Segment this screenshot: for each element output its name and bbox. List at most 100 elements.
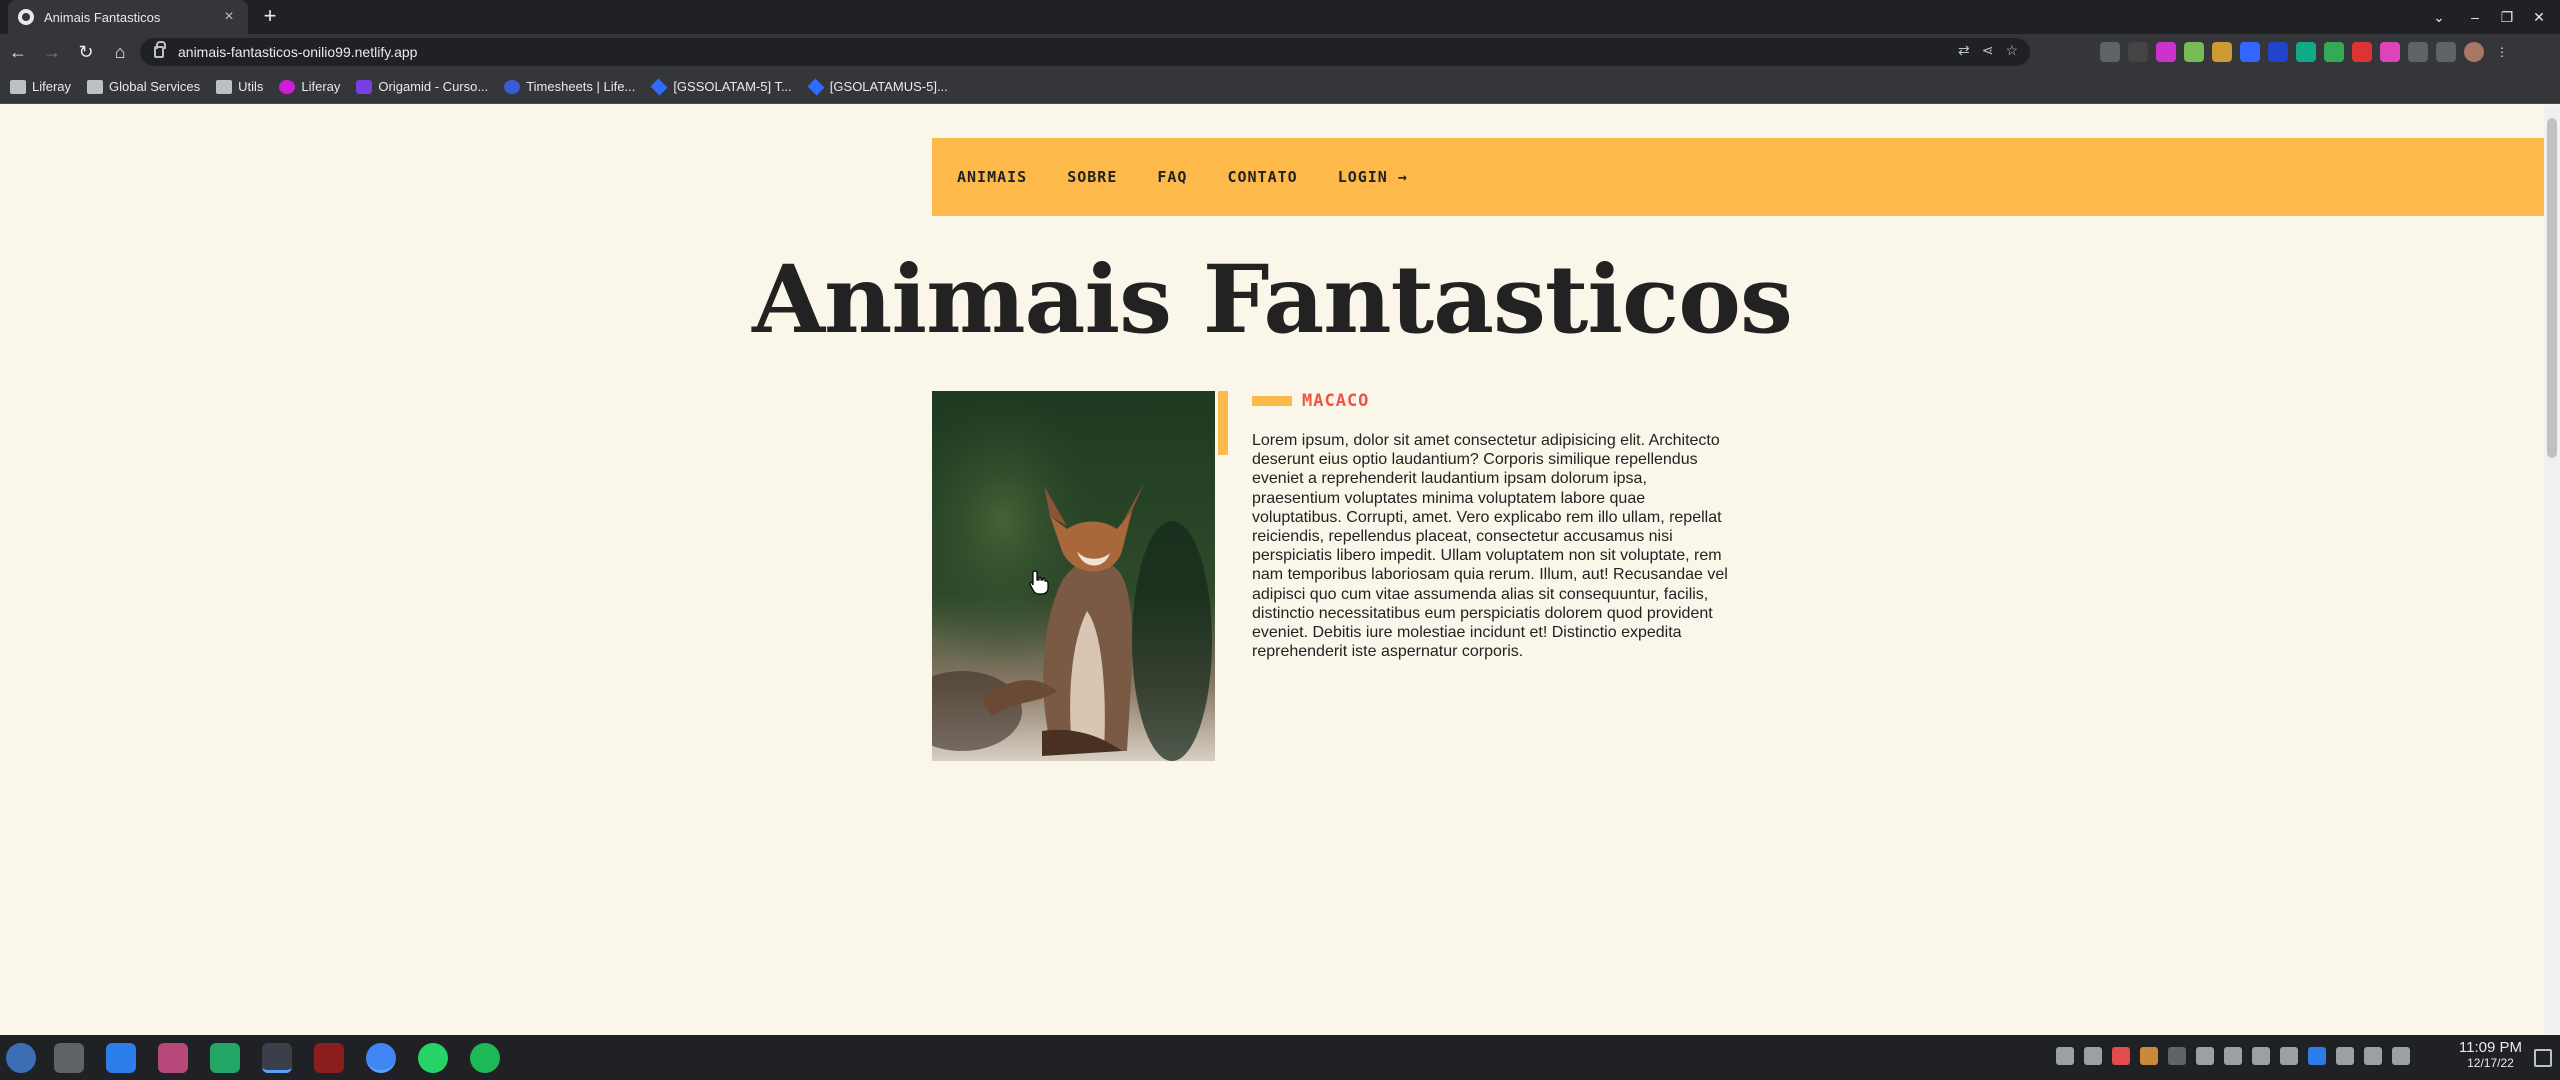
browser-tab[interactable]: Animais Fantasticos × — [8, 0, 248, 34]
menu-link-contato[interactable]: CONTATO — [1227, 168, 1297, 186]
bookmark-label: Origamid - Curso... — [378, 79, 489, 94]
tray-icon[interactable] — [2056, 1047, 2074, 1065]
clipboard-icon[interactable] — [2224, 1047, 2242, 1065]
bookmark-item[interactable]: Liferay — [279, 79, 340, 94]
battery-icon[interactable] — [2280, 1047, 2298, 1065]
close-window-icon[interactable]: ✕ — [2524, 0, 2554, 34]
extension-icon[interactable] — [2352, 42, 2372, 62]
share-icon[interactable]: ⋖ — [1982, 42, 1994, 59]
menu-link-sobre[interactable]: SOBRE — [1067, 168, 1117, 186]
bookmark-label: Global Services — [109, 79, 201, 94]
tray-icon[interactable] — [2112, 1047, 2130, 1065]
bluetooth-icon[interactable] — [2308, 1047, 2326, 1065]
terminal-icon[interactable] — [314, 1043, 344, 1073]
extension-icon[interactable] — [2184, 42, 2204, 62]
extension-icon[interactable] — [2268, 42, 2288, 62]
bookmark-item[interactable]: Timesheets | Life... — [504, 79, 635, 94]
bookmark-item[interactable]: Liferay — [10, 79, 71, 94]
store-icon[interactable] — [106, 1043, 136, 1073]
animal-header: MACACO — [1252, 391, 1369, 411]
animal-name: MACACO — [1302, 391, 1370, 411]
puzzle-icon[interactable] — [2408, 42, 2428, 62]
clock-date: 12/17/22 — [2467, 1056, 2514, 1070]
reload-icon[interactable]: ↻ — [70, 36, 102, 68]
url-text[interactable]: animais-fantasticos-onilio99.netlify.app — [178, 44, 417, 60]
menu-link-login[interactable]: LOGIN → — [1338, 168, 1408, 186]
bookmark-item[interactable]: [GSSOLATAM-5] T... — [650, 78, 792, 95]
vscode-icon[interactable] — [262, 1043, 292, 1073]
animal-image[interactable] — [932, 391, 1215, 761]
bookmarks-bar: Liferay Global Services Utils Liferay Or… — [0, 70, 2560, 104]
bookmark-label: Timesheets | Life... — [526, 79, 636, 94]
whatsapp-icon[interactable] — [418, 1043, 448, 1073]
address-bar[interactable]: animais-fantasticos-onilio99.netlify.app… — [140, 38, 2030, 66]
archive-icon[interactable] — [158, 1043, 188, 1073]
side-panel-icon[interactable] — [2436, 42, 2456, 62]
scrollbar-thumb[interactable] — [2547, 118, 2557, 458]
globe-icon — [18, 9, 34, 25]
extension-icon[interactable] — [2240, 42, 2260, 62]
menu-icon[interactable]: ⋮ — [2492, 42, 2512, 62]
accent-bar — [1218, 391, 1228, 455]
site-menu: ANIMAIS SOBRE FAQ CONTATO LOGIN → — [932, 138, 2545, 216]
extension-icon[interactable] — [2156, 42, 2176, 62]
extension-icon[interactable] — [2324, 42, 2344, 62]
bookmark-label: Utils — [238, 79, 264, 94]
bookmark-item[interactable]: Global Services — [87, 79, 200, 94]
restore-icon[interactable]: ❐ — [2492, 0, 2522, 34]
new-tab-button[interactable]: + — [258, 4, 282, 28]
tab-title: Animais Fantasticos — [44, 9, 161, 25]
bookmark-label: Liferay — [301, 79, 341, 94]
extensions-bar: ⋮ — [2100, 42, 2512, 62]
folder-icon — [216, 79, 233, 94]
tray-icon[interactable] — [2084, 1047, 2102, 1065]
title-dash — [1252, 396, 1292, 406]
wifi-icon[interactable] — [2364, 1047, 2382, 1065]
fedora-icon[interactable] — [6, 1043, 36, 1073]
bookmark-label: Liferay — [32, 79, 72, 94]
spreadsheet-icon[interactable] — [210, 1043, 240, 1073]
page-viewport: ANIMAIS SOBRE FAQ CONTATO LOGIN → Animai… — [0, 105, 2560, 1035]
jira-icon — [650, 78, 668, 95]
back-icon[interactable]: ← — [2, 36, 34, 68]
tray-icon[interactable] — [2168, 1047, 2186, 1065]
extension-icon[interactable] — [2296, 42, 2316, 62]
chrome-icon[interactable] — [366, 1043, 396, 1073]
taskbar: 11:09 PM 12/17/22 — [0, 1035, 2560, 1080]
tray-icon[interactable] — [2140, 1047, 2158, 1065]
bookmark-star-icon[interactable]: ☆ — [2005, 42, 2018, 59]
extension-icon[interactable] — [2128, 42, 2148, 62]
translate-icon[interactable]: ⇄ — [1958, 42, 1970, 59]
volume-icon[interactable] — [2252, 1047, 2270, 1065]
home-icon[interactable]: ⌂ — [104, 36, 136, 68]
clock-time: 11:09 PM — [2458, 1039, 2522, 1056]
show-desktop-icon[interactable] — [2534, 1049, 2552, 1067]
lock-icon[interactable] — [154, 41, 166, 58]
tray-icon[interactable] — [2196, 1047, 2214, 1065]
jira-icon — [807, 78, 825, 95]
extension-icon[interactable] — [2380, 42, 2400, 62]
minimize-icon[interactable]: – — [2460, 0, 2490, 34]
spotify-icon[interactable] — [470, 1043, 500, 1073]
bookmark-item[interactable]: Utils — [216, 79, 263, 94]
tab-search-icon[interactable]: ⌄ — [2424, 0, 2454, 34]
extension-icon[interactable] — [2212, 42, 2232, 62]
system-tray — [2056, 1047, 2410, 1065]
forward-icon[interactable]: → — [36, 36, 68, 68]
bluetooth-icon[interactable] — [2336, 1047, 2354, 1065]
bookmark-label: [GSSOLATAM-5] T... — [673, 79, 792, 94]
chevron-up-icon[interactable] — [2392, 1047, 2410, 1065]
extension-icon[interactable] — [2100, 42, 2120, 62]
clock[interactable]: 11:09 PM 12/17/22 — [2459, 1039, 2522, 1070]
avatar[interactable] — [2464, 42, 2484, 62]
menu-link-faq[interactable]: FAQ — [1157, 168, 1187, 186]
animal-description: Lorem ipsum, dolor sit amet consectetur … — [1252, 432, 1728, 661]
bookmark-item[interactable]: [GSOLATAMUS-5]... — [807, 78, 948, 95]
page-title: Animais Fantasticos — [752, 245, 1793, 355]
folder-icon — [10, 79, 26, 94]
activities-icon[interactable] — [54, 1043, 84, 1073]
close-tab-icon[interactable]: × — [220, 8, 238, 26]
bookmark-item[interactable]: Origamid - Curso... — [356, 79, 488, 94]
bookmark-label: [GSOLATAMUS-5]... — [829, 79, 948, 94]
menu-link-animais[interactable]: ANIMAIS — [957, 168, 1027, 186]
